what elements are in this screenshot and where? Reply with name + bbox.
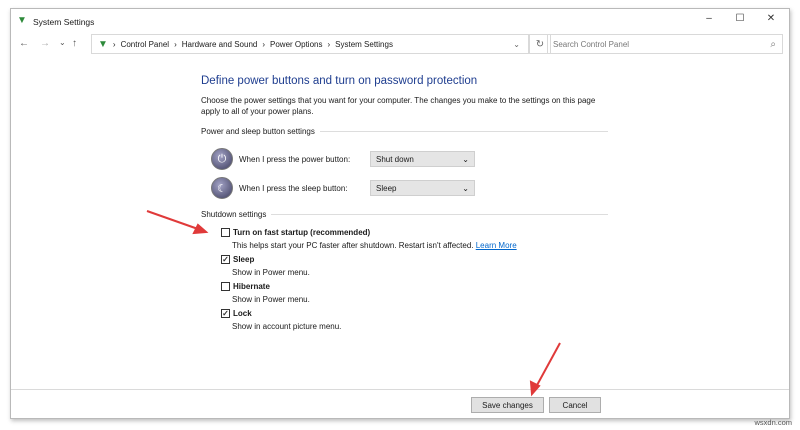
annotation-arrows <box>146 210 561 397</box>
arrow-head <box>192 223 209 235</box>
watermark: wsxdn.com <box>754 418 792 427</box>
arrow-to-fast-startup <box>146 210 199 230</box>
arrow-to-save-changes <box>535 342 561 388</box>
